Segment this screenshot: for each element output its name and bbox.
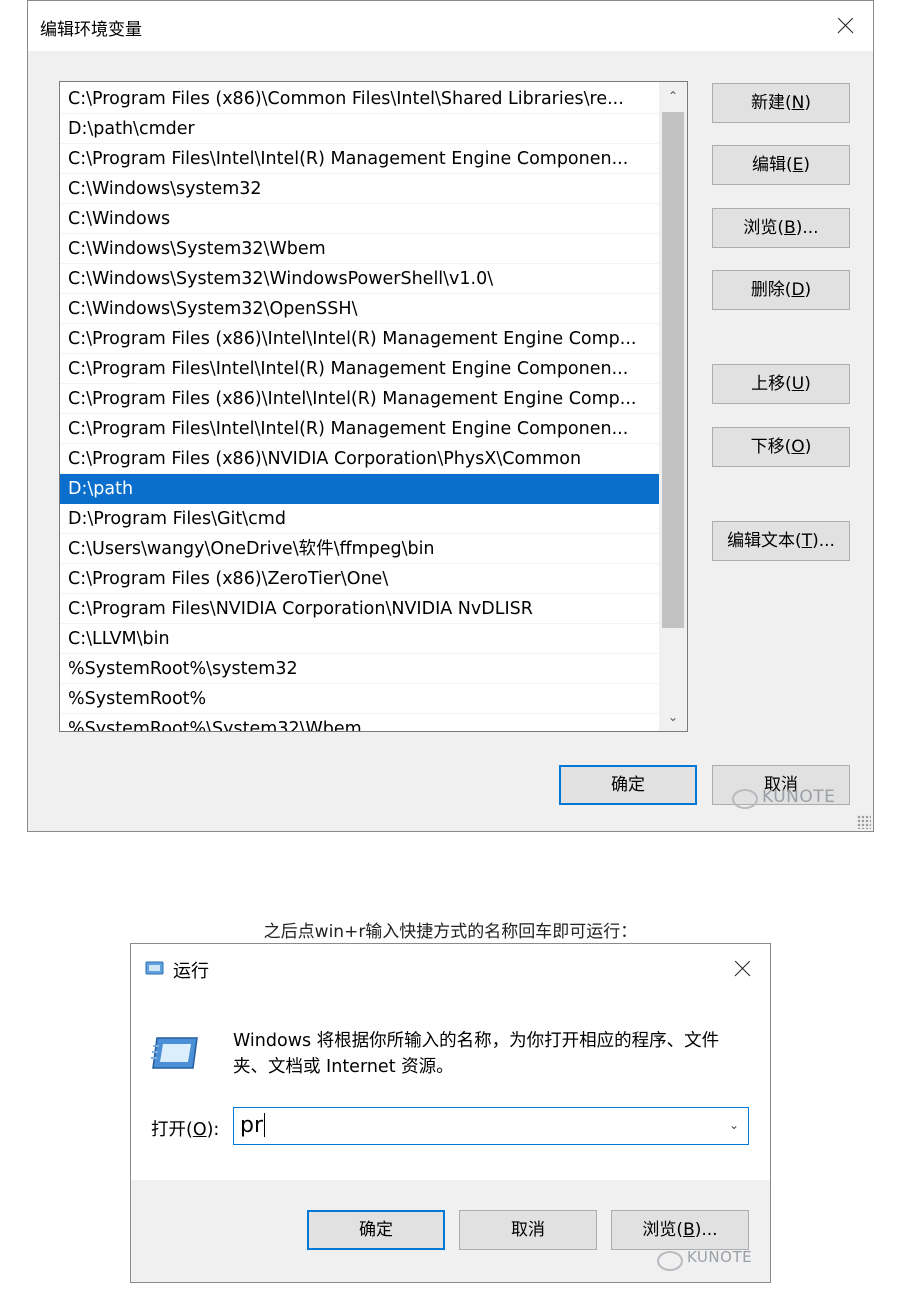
- move-down-button-suffix: ): [804, 437, 812, 457]
- open-label-key: O: [192, 1120, 207, 1140]
- run-dialog-title: 运行: [173, 961, 209, 982]
- edit-env-var-dialog: 编辑环境变量 C:\Program Files (x86)\Common Fil…: [27, 0, 874, 832]
- scroll-down-icon[interactable]: ⌄: [659, 703, 687, 731]
- browse-button-label: 浏览(: [743, 218, 785, 238]
- caption-text: 之后点win+r输入快捷方式的名称回车即可运行：: [263, 922, 638, 942]
- path-list-item[interactable]: C:\Program Files (x86)\Intel\Intel(R) Ma…: [60, 324, 660, 354]
- run-ok-button-label: 确定: [359, 1220, 393, 1240]
- move-up-button-label: 上移(: [751, 374, 792, 394]
- move-down-button[interactable]: 下移(O): [712, 427, 850, 467]
- edit-button-label: 编辑(: [751, 155, 793, 175]
- title-bar: 编辑环境变量: [28, 1, 873, 51]
- edit-text-button-key: T: [801, 531, 813, 551]
- dialog-title: 编辑环境变量: [40, 20, 142, 40]
- path-list-item[interactable]: %SystemRoot%\system32: [60, 654, 660, 684]
- new-button-suffix: ): [804, 93, 811, 113]
- edit-button-suffix: ): [803, 155, 811, 175]
- open-input[interactable]: pr: [240, 1112, 266, 1140]
- delete-button-key: D: [791, 280, 805, 300]
- open-label-suffix: ):: [206, 1120, 220, 1140]
- watermark-text: KUNOTE: [687, 1248, 753, 1266]
- new-button-key: N: [791, 93, 805, 113]
- edit-button[interactable]: 编辑(E): [712, 145, 850, 185]
- run-dialog: 运行 Windows 将根据你所输入的名称，为你打开相应的程序、文件夹、文档或 …: [130, 943, 771, 1283]
- path-list-item[interactable]: C:\Windows\System32\Wbem: [60, 234, 660, 264]
- run-app-icon: [145, 961, 164, 975]
- new-button-label: 新建(: [751, 93, 792, 113]
- path-list-item[interactable]: %SystemRoot%\System32\Wbem: [60, 714, 660, 731]
- run-browse-button-suffix: )...: [694, 1220, 718, 1240]
- vertical-scrollbar[interactable]: ⌃ ⌄: [659, 82, 687, 731]
- browse-button[interactable]: 浏览(B)...: [712, 208, 850, 248]
- run-footer: 确定 取消 浏览(B)... KUNOTE: [131, 1180, 770, 1282]
- close-icon[interactable]: [722, 949, 762, 989]
- run-browse-button-label: 浏览(: [642, 1220, 684, 1240]
- edit-button-key: E: [792, 155, 804, 175]
- browse-button-key: B: [784, 218, 796, 238]
- open-label-text: 打开(: [151, 1120, 193, 1140]
- move-up-button[interactable]: 上移(U): [712, 364, 850, 404]
- scroll-up-icon[interactable]: ⌃: [659, 82, 687, 110]
- path-list[interactable]: C:\Program Files (x86)\Common Files\Inte…: [59, 81, 688, 732]
- ok-button[interactable]: 确定: [559, 765, 697, 805]
- wechat-logo-icon: [657, 1251, 683, 1271]
- path-list-item[interactable]: D:\Program Files\Git\cmd: [60, 504, 660, 534]
- path-list-item[interactable]: C:\Users\wangy\OneDrive\软件\ffmpeg\bin: [60, 534, 660, 564]
- resize-grip-icon[interactable]: [857, 815, 871, 829]
- path-list-item[interactable]: C:\Program Files (x86)\NVIDIA Corporatio…: [60, 444, 660, 474]
- path-list-item[interactable]: C:\Windows\System32\OpenSSH\: [60, 294, 660, 324]
- move-down-button-label: 下移(: [750, 437, 792, 457]
- chevron-down-icon[interactable]: ⌄: [726, 1117, 742, 1133]
- path-list-item[interactable]: D:\path: [60, 474, 660, 504]
- path-list-item[interactable]: D:\path\cmder: [60, 114, 660, 144]
- open-input-value: pr: [240, 1113, 264, 1138]
- run-ok-button[interactable]: 确定: [307, 1210, 445, 1250]
- edit-text-button-label: 编辑文本(: [727, 531, 802, 551]
- path-list-item[interactable]: C:\Program Files (x86)\ZeroTier\One\: [60, 564, 660, 594]
- path-rows: C:\Program Files (x86)\Common Files\Inte…: [60, 84, 660, 731]
- path-list-item[interactable]: C:\Program Files (x86)\Intel\Intel(R) Ma…: [60, 384, 660, 414]
- path-list-item[interactable]: C:\LLVM\bin: [60, 624, 660, 654]
- path-list-item[interactable]: %SystemRoot%: [60, 684, 660, 714]
- new-button[interactable]: 新建(N): [712, 83, 850, 123]
- edit-text-button-suffix: )...: [812, 531, 835, 551]
- path-list-item[interactable]: C:\Program Files\Intel\Intel(R) Manageme…: [60, 414, 660, 444]
- delete-button-suffix: ): [804, 280, 812, 300]
- path-list-item[interactable]: C:\Windows\System32\WindowsPowerShell\v1…: [60, 264, 660, 294]
- delete-button[interactable]: 删除(D): [712, 270, 850, 310]
- path-list-item[interactable]: C:\Program Files\Intel\Intel(R) Manageme…: [60, 354, 660, 384]
- open-combobox[interactable]: pr ⌄: [233, 1107, 749, 1145]
- open-label: 打开(O):: [151, 1116, 219, 1141]
- move-up-button-key: U: [791, 374, 805, 394]
- run-cancel-button-label: 取消: [511, 1220, 545, 1240]
- scroll-thumb[interactable]: [662, 112, 684, 628]
- browse-button-suffix: )...: [795, 218, 819, 238]
- close-icon[interactable]: [825, 6, 865, 46]
- run-cancel-button[interactable]: 取消: [459, 1210, 597, 1250]
- text-caret: [264, 1113, 266, 1137]
- path-list-item[interactable]: C:\Program Files\NVIDIA Corporation\NVID…: [60, 594, 660, 624]
- run-description: Windows 将根据你所输入的名称，为你打开相应的程序、文件夹、文档或 Int…: [233, 1031, 720, 1077]
- edit-text-button[interactable]: 编辑文本(T)...: [712, 521, 850, 561]
- path-list-item[interactable]: C:\Program Files\Intel\Intel(R) Manageme…: [60, 144, 660, 174]
- wechat-logo-icon: [732, 789, 758, 809]
- path-list-item[interactable]: C:\Windows: [60, 204, 660, 234]
- delete-button-label: 删除(: [750, 280, 792, 300]
- path-list-item[interactable]: C:\Windows\system32: [60, 174, 660, 204]
- move-down-button-key: O: [791, 437, 805, 457]
- move-up-button-suffix: ): [804, 374, 811, 394]
- ok-button-label: 确定: [611, 775, 645, 795]
- watermark-text: KUNOTE: [762, 787, 836, 807]
- run-program-icon: [151, 1037, 198, 1069]
- run-browse-button-key: B: [683, 1220, 695, 1240]
- run-browse-button[interactable]: 浏览(B)...: [611, 1210, 749, 1250]
- path-list-item[interactable]: C:\Program Files (x86)\Common Files\Inte…: [60, 84, 660, 114]
